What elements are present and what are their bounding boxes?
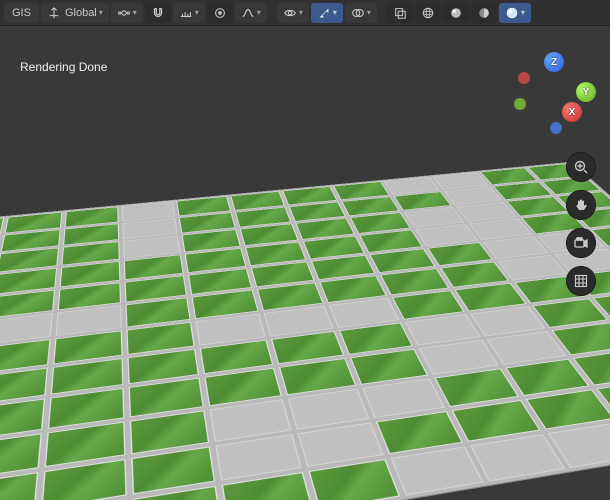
shading-solid[interactable] xyxy=(443,3,469,23)
solid-sphere-icon xyxy=(449,6,463,20)
navigation-gizmo[interactable]: Z Y X xyxy=(512,52,596,136)
gis-menu[interactable]: GIS xyxy=(4,3,39,23)
zoom-icon xyxy=(573,159,589,175)
tile-empty xyxy=(471,434,565,481)
viewport-side-tools xyxy=(566,152,596,296)
tile-green xyxy=(0,472,38,500)
xray-toggle[interactable] xyxy=(387,3,413,23)
pivot-point-dropdown[interactable]: ▾ xyxy=(111,3,143,23)
snap-toggle[interactable] xyxy=(145,3,171,23)
proportional-edit-icon xyxy=(213,6,227,20)
axis-x[interactable]: X xyxy=(562,102,582,122)
chevron-down-icon: ▾ xyxy=(333,8,337,17)
chevron-down-icon: ▾ xyxy=(133,8,137,17)
tile-green xyxy=(452,400,541,442)
shading-material-preview[interactable] xyxy=(471,3,497,23)
xray-icon xyxy=(393,6,407,20)
chevron-down-icon: ▾ xyxy=(195,8,199,17)
chevron-down-icon: ▾ xyxy=(367,8,371,17)
tile-green xyxy=(525,389,610,430)
chevron-down-icon: ▾ xyxy=(257,8,261,17)
camera-view-icon xyxy=(573,235,589,251)
orientation-label: Global xyxy=(65,7,97,19)
rendered-sphere-icon xyxy=(505,6,519,20)
toolbar: GIS Global ▾ ▾ ▾ ▾ ▾ ▾ ▾ xyxy=(0,0,610,26)
magnet-icon xyxy=(151,6,165,20)
proportional-edit-toggle[interactable] xyxy=(207,3,233,23)
smooth-curve-icon xyxy=(241,6,255,20)
proportional-falloff-dropdown[interactable]: ▾ xyxy=(235,3,267,23)
transform-orientation-icon xyxy=(47,6,61,20)
axis-neg-z[interactable] xyxy=(550,122,562,134)
tile-green xyxy=(505,359,589,396)
viewport-3d[interactable]: Rendering Done Z Y X xyxy=(0,26,610,500)
pan-hand-icon xyxy=(573,197,589,213)
eye-icon xyxy=(283,6,297,20)
visibility-dropdown[interactable]: ▾ xyxy=(277,3,309,23)
status-text: Rendering Done xyxy=(20,60,107,74)
perspective-toggle-button[interactable] xyxy=(566,266,596,296)
axis-y[interactable]: Y xyxy=(576,82,596,102)
tiled-plane-mesh xyxy=(0,162,610,500)
perspective-grid-icon xyxy=(573,273,589,289)
snap-mode-dropdown[interactable]: ▾ xyxy=(173,3,205,23)
transform-orientation-dropdown[interactable]: Global ▾ xyxy=(41,3,109,23)
axis-neg-x[interactable] xyxy=(518,72,530,84)
gizmo-arrow-icon xyxy=(317,6,331,20)
pivot-icon xyxy=(117,6,131,20)
gis-label: GIS xyxy=(12,7,31,19)
snap-increment-icon xyxy=(179,6,193,20)
axis-z[interactable]: Z xyxy=(544,52,564,72)
tile-empty xyxy=(391,447,484,496)
camera-view-button[interactable] xyxy=(566,228,596,258)
chevron-down-icon: ▾ xyxy=(99,8,103,17)
overlays-dropdown[interactable]: ▾ xyxy=(345,3,377,23)
overlays-icon xyxy=(351,6,365,20)
material-preview-icon xyxy=(477,6,491,20)
shading-rendered[interactable]: ▾ xyxy=(499,3,531,23)
tile-green xyxy=(308,459,400,500)
chevron-down-icon: ▾ xyxy=(299,8,303,17)
pan-button[interactable] xyxy=(566,190,596,220)
wireframe-icon xyxy=(421,6,435,20)
axis-neg-y[interactable] xyxy=(514,98,526,110)
zoom-button[interactable] xyxy=(566,152,596,182)
show-gizmo-toggle[interactable]: ▾ xyxy=(311,3,343,23)
shading-wireframe[interactable] xyxy=(415,3,441,23)
chevron-down-icon: ▾ xyxy=(521,8,525,17)
